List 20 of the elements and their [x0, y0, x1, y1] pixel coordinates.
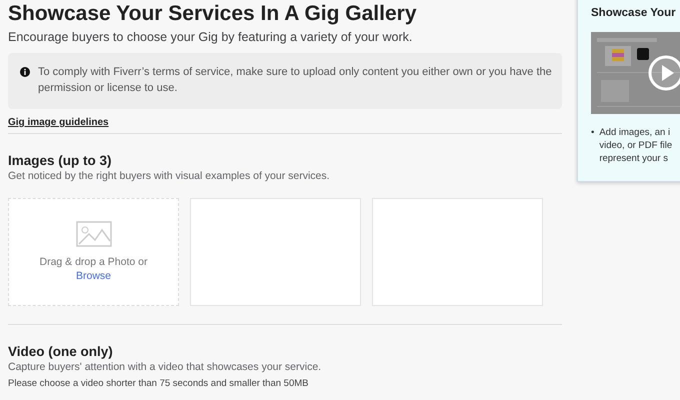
image-dropzone[interactable]: Drag & drop a Photo or Browse	[8, 198, 179, 306]
play-icon[interactable]	[648, 55, 680, 91]
image-slot[interactable]	[372, 198, 543, 306]
page-title: Showcase Your Services In A Gig Gallery	[8, 2, 418, 26]
section-description: Capture buyers' attention with a video that showcases your service.	[8, 360, 322, 375]
panel-bullet: Add images, an i video, or PDF file represent your s	[599, 126, 672, 165]
image-slot[interactable]	[190, 198, 361, 306]
info-icon	[20, 67, 30, 77]
guidelines-link[interactable]: Gig image guidelines	[8, 117, 109, 128]
notice-text: To comply with Fiverr’s terms of service, make sure to upload only content you either own or you have the permission or license to use.	[38, 65, 552, 96]
section-heading: Video (one only)	[8, 343, 114, 360]
video-note: Please choose a video shorter than 75 seconds and smaller than 50MB	[8, 377, 310, 390]
section-heading: Images (up to 3)	[8, 152, 113, 169]
section-description: Get noticed by the right buyers with visual examples of your services.	[8, 169, 331, 184]
image-icon	[76, 221, 112, 247]
dropzone-text: Drag & drop a Photo or	[40, 255, 148, 269]
panel-title: Showcase Your	[591, 6, 677, 21]
bullet-marker: •	[591, 126, 594, 140]
browse-link[interactable]: Browse	[76, 269, 111, 283]
page-subtitle: Encourage buyers to choose your Gig by featuring a variety of your work.	[8, 29, 414, 46]
